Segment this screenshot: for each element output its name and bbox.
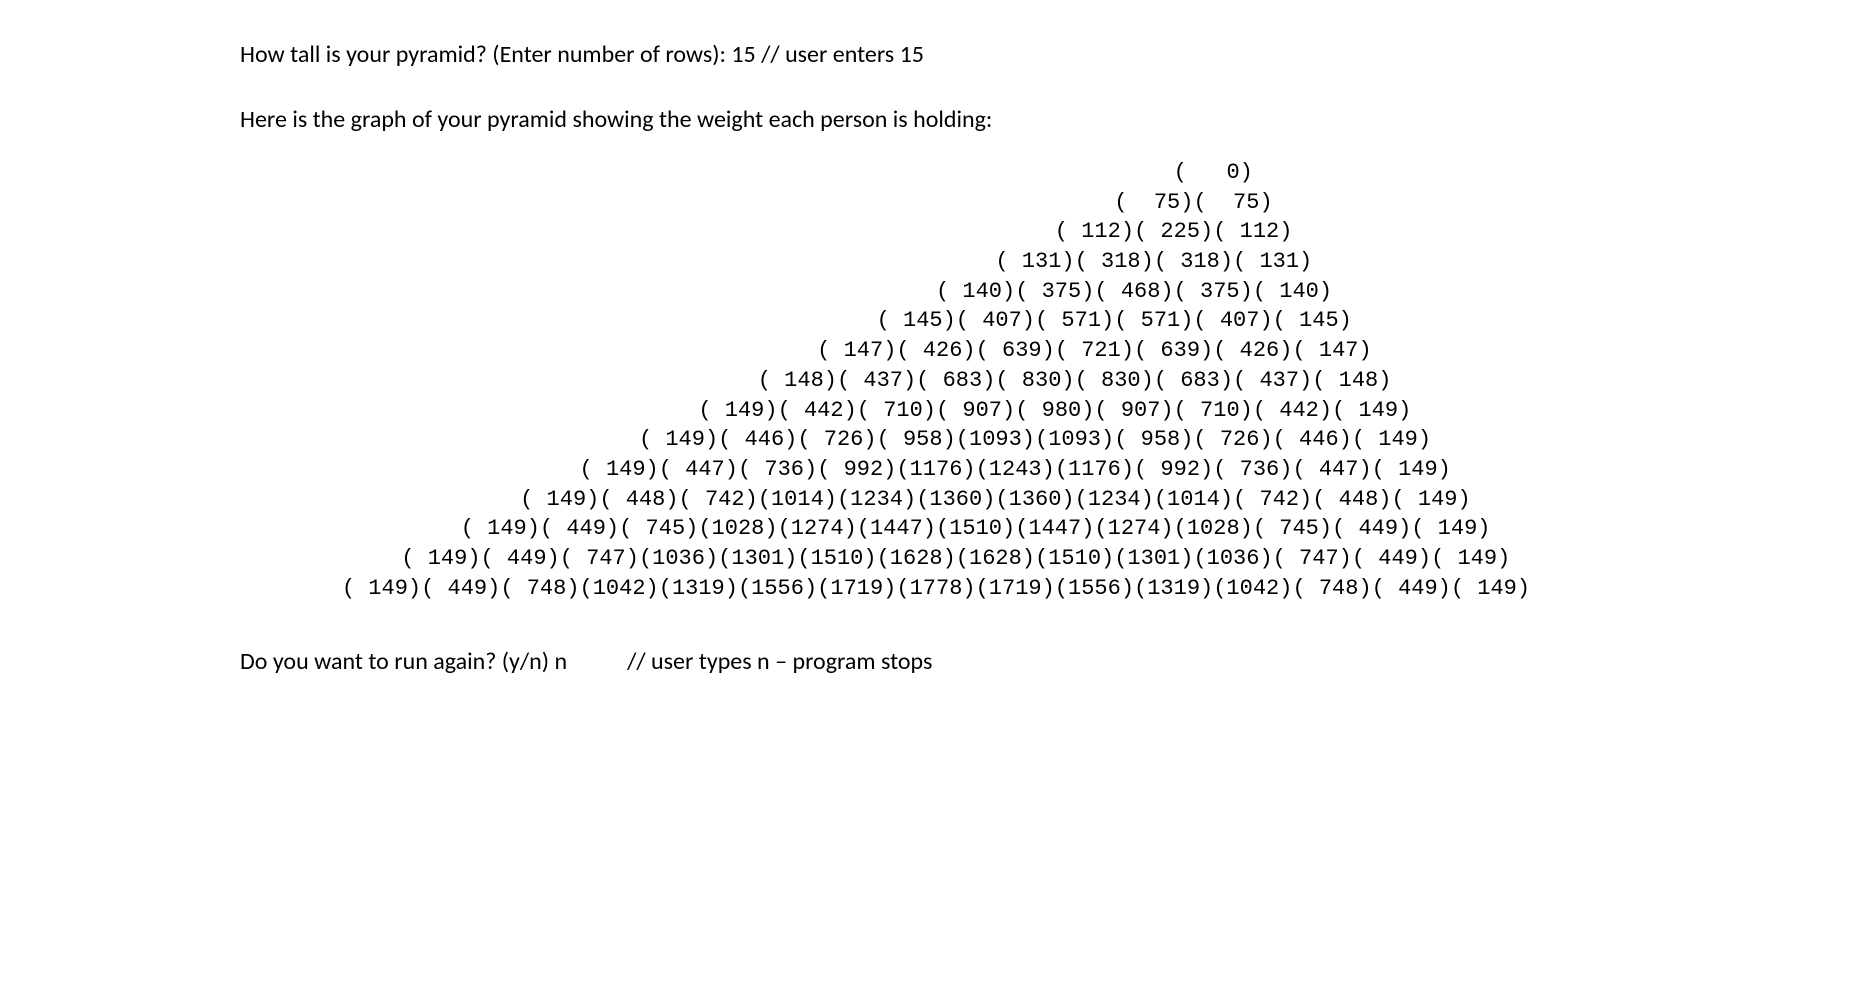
footer-line: Do you want to run again? (y/n) n // user…	[240, 647, 1812, 676]
footer-comment: // user types n – program stops	[627, 647, 932, 676]
subtitle: Here is the graph of your pyramid showin…	[240, 105, 1812, 134]
prompt-user-input: 15	[731, 40, 755, 69]
prompt-line: How tall is your pyramid? (Enter number …	[240, 40, 1812, 69]
pyramid-output: ( 0) ( 75)( 75) ( 112)( 225)( 112) ( 131…	[60, 158, 1812, 603]
footer-question: Do you want to run again? (y/n)	[240, 647, 554, 676]
prompt-question: How tall is your pyramid? (Enter number …	[240, 40, 731, 69]
footer-user-input: n	[554, 647, 567, 676]
prompt-comment: // user enters 15	[756, 40, 924, 69]
